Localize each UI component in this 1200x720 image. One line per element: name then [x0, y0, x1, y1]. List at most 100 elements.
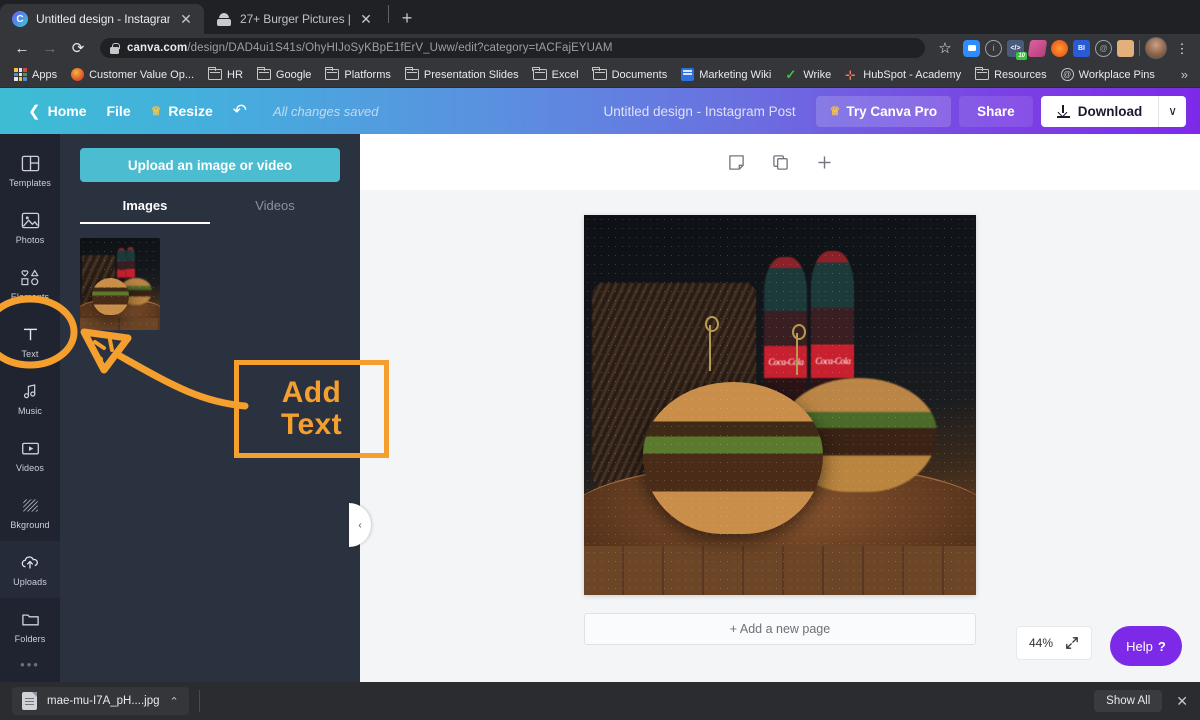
folder-icon: [208, 69, 222, 80]
new-tab-button[interactable]: +: [393, 4, 421, 32]
background-icon: [21, 496, 40, 516]
resize-label: Resize: [168, 103, 212, 119]
sidebar-item-background[interactable]: Bkground: [0, 484, 60, 541]
bookmark-star-icon[interactable]: ☆: [931, 34, 959, 62]
sidebar-more-icon[interactable]: •••: [20, 657, 40, 672]
canvas-toolbar: [360, 134, 1200, 190]
sidebar-item-label: Videos: [16, 463, 44, 473]
chevron-up-icon[interactable]: ⌃: [170, 695, 179, 708]
crown-icon: ♕: [151, 104, 162, 118]
bookmark-label: Customer Value Op...: [89, 69, 194, 81]
bookmark-workplace-pins[interactable]: @ Workplace Pins: [1055, 66, 1161, 83]
music-icon: [21, 382, 40, 402]
home-button[interactable]: ❮ Home: [18, 96, 96, 126]
forward-icon[interactable]: →: [36, 34, 64, 62]
bookmark-documents[interactable]: Documents: [587, 67, 674, 83]
check-icon: ✓: [785, 68, 798, 81]
sidebar-item-videos[interactable]: Videos: [0, 427, 60, 484]
help-button[interactable]: Help ?: [1110, 626, 1182, 666]
resize-button[interactable]: ♕ Resize: [141, 97, 223, 125]
bookmark-label: Apps: [32, 69, 57, 81]
close-icon[interactable]: ✕: [178, 12, 194, 26]
bookmark-label: Resources: [994, 69, 1047, 81]
folders-icon: [21, 610, 40, 630]
page-title[interactable]: Untitled design - Instagram Post: [604, 104, 796, 119]
reload-icon[interactable]: ⟳: [64, 34, 92, 62]
url-domain: canva.com: [127, 42, 187, 54]
download-caret-button[interactable]: ∨: [1158, 96, 1186, 127]
canvas-area: Coca-Cola Coca-Cola + Add a new page 44: [360, 134, 1200, 682]
share-button[interactable]: Share: [959, 96, 1033, 127]
grey-circle-extension-icon[interactable]: @: [1095, 40, 1112, 57]
bookmark-apps[interactable]: Apps: [8, 66, 63, 83]
orange-extension-icon[interactable]: [1051, 40, 1068, 57]
sidebar-item-elements[interactable]: Elements: [0, 256, 60, 313]
menu-icon[interactable]: ⋮: [1172, 42, 1192, 55]
upload-image-or-video-button[interactable]: Upload an image or video: [80, 148, 340, 182]
sidebar-item-music[interactable]: Music: [0, 370, 60, 427]
browser-tab-inactive[interactable]: 27+ Burger Pictures | Download ✕: [204, 4, 384, 34]
templates-icon: [21, 154, 40, 174]
add-page-icon[interactable]: [811, 149, 837, 175]
robot-extension-icon[interactable]: [1117, 40, 1134, 57]
download-file-name: mae-mu-I7A_pH....jpg: [47, 695, 160, 707]
zoom-extension-icon[interactable]: [963, 40, 980, 57]
file-button[interactable]: File: [96, 97, 140, 125]
undo-button[interactable]: ↶: [223, 95, 257, 127]
sidebar-item-photos[interactable]: Photos: [0, 199, 60, 256]
tab-strip: C Untitled design - Instagram Post ✕ 27+…: [0, 0, 1200, 34]
download-shelf-actions: Show All ✕: [1094, 690, 1188, 712]
text-icon: [21, 325, 40, 345]
bookmark-customer-value[interactable]: Customer Value Op...: [65, 66, 200, 83]
show-all-button[interactable]: Show All: [1094, 690, 1162, 712]
sidebar-item-text[interactable]: Text: [0, 313, 60, 370]
bookmark-resources[interactable]: Resources: [969, 67, 1053, 83]
bookmarks-overflow-icon[interactable]: »: [1181, 67, 1192, 82]
bookmark-wrike[interactable]: ✓ Wrike: [779, 66, 837, 83]
back-icon[interactable]: ←: [8, 34, 36, 62]
bookmark-label: Workplace Pins: [1079, 69, 1155, 81]
bookmark-platforms[interactable]: Platforms: [319, 67, 396, 83]
bookmark-hubspot[interactable]: ⊹ HubSpot - Academy: [839, 67, 967, 83]
tab-videos[interactable]: Videos: [210, 198, 340, 224]
elements-icon: [20, 268, 40, 288]
bookmark-marketing-wiki[interactable]: Marketing Wiki: [675, 66, 777, 83]
burger-upload-thumbnail[interactable]: [80, 238, 160, 330]
sidebar-item-uploads[interactable]: Uploads: [0, 541, 60, 598]
tab-title: 27+ Burger Pictures | Download: [240, 12, 350, 26]
browser-tab-active[interactable]: C Untitled design - Instagram Post ✕: [0, 4, 204, 34]
header-right-group: Untitled design - Instagram Post ♕ Try C…: [604, 96, 1200, 127]
bookmark-google[interactable]: Google: [251, 67, 317, 83]
bi-extension-icon[interactable]: BI: [1073, 40, 1090, 57]
code-extension-icon[interactable]: </>10: [1007, 40, 1024, 57]
info-extension-icon[interactable]: i: [985, 40, 1002, 57]
download-button[interactable]: Download: [1041, 96, 1159, 127]
chevron-left-icon: ❮: [28, 102, 41, 120]
add-new-page-button[interactable]: + Add a new page: [584, 613, 976, 645]
close-icon[interactable]: ✕: [1176, 693, 1188, 710]
try-canva-pro-button[interactable]: ♕ Try Canva Pro: [816, 96, 952, 127]
save-status: All changes saved: [273, 104, 379, 119]
tab-images[interactable]: Images: [80, 198, 210, 224]
bookmark-excel[interactable]: Excel: [527, 67, 585, 83]
bookmark-hr[interactable]: HR: [202, 67, 249, 83]
address-bar[interactable]: canva.com/design/DAD4ui1S41s/OhyHIJoSyKB…: [100, 38, 925, 58]
apps-grid-icon: [14, 68, 27, 81]
expand-icon[interactable]: [1065, 636, 1079, 650]
try-pro-label: Try Canva Pro: [846, 104, 937, 119]
duplicate-page-icon[interactable]: [767, 149, 793, 175]
zoom-control[interactable]: 44%: [1016, 626, 1092, 660]
avatar[interactable]: [1145, 37, 1167, 59]
pink-extension-icon[interactable]: [1028, 40, 1047, 57]
bookmark-label: HR: [227, 69, 243, 81]
close-icon[interactable]: ✕: [358, 12, 374, 26]
download-item[interactable]: mae-mu-I7A_pH....jpg ⌃: [12, 687, 189, 715]
annotation-line-2: Text: [281, 409, 342, 441]
bookmark-presentation-slides[interactable]: Presentation Slides: [399, 67, 525, 83]
sidebar-item-folders[interactable]: Folders: [0, 598, 60, 655]
image-icon: [216, 11, 232, 27]
notes-icon[interactable]: [723, 149, 749, 175]
sidebar-item-templates[interactable]: Templates: [0, 142, 60, 199]
design-page[interactable]: Coca-Cola Coca-Cola: [584, 215, 976, 595]
help-label: Help: [1126, 639, 1153, 654]
